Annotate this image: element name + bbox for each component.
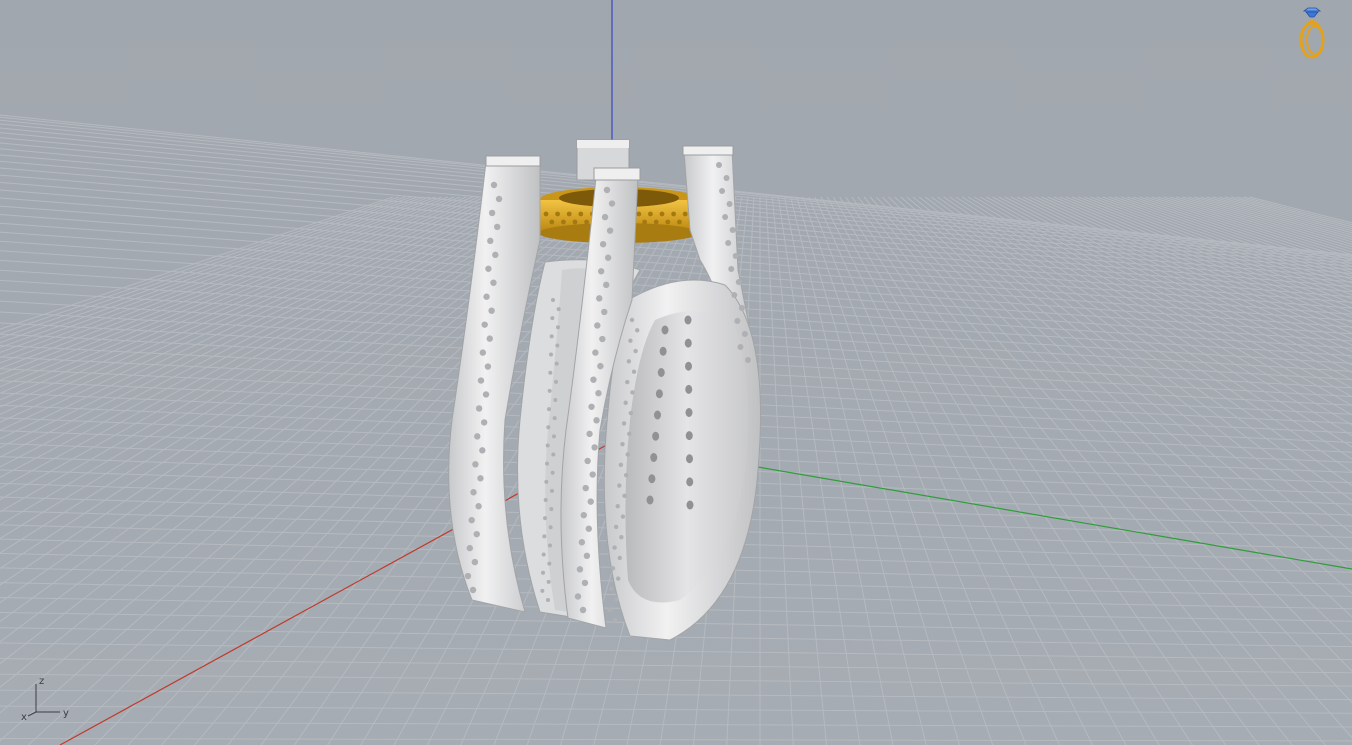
axis-label-y: y <box>63 708 69 719</box>
axis-triad-icon: z x y <box>21 676 69 723</box>
ring-band-front[interactable] <box>603 279 762 641</box>
viewport-scene[interactable]: z x y <box>0 0 1352 745</box>
ring-model[interactable] <box>448 139 762 641</box>
axis-label-x: x <box>21 712 27 723</box>
axis-label-z: z <box>39 676 44 687</box>
ring-logo-icon <box>1299 7 1325 59</box>
3d-viewport[interactable]: z x y <box>0 0 1352 745</box>
